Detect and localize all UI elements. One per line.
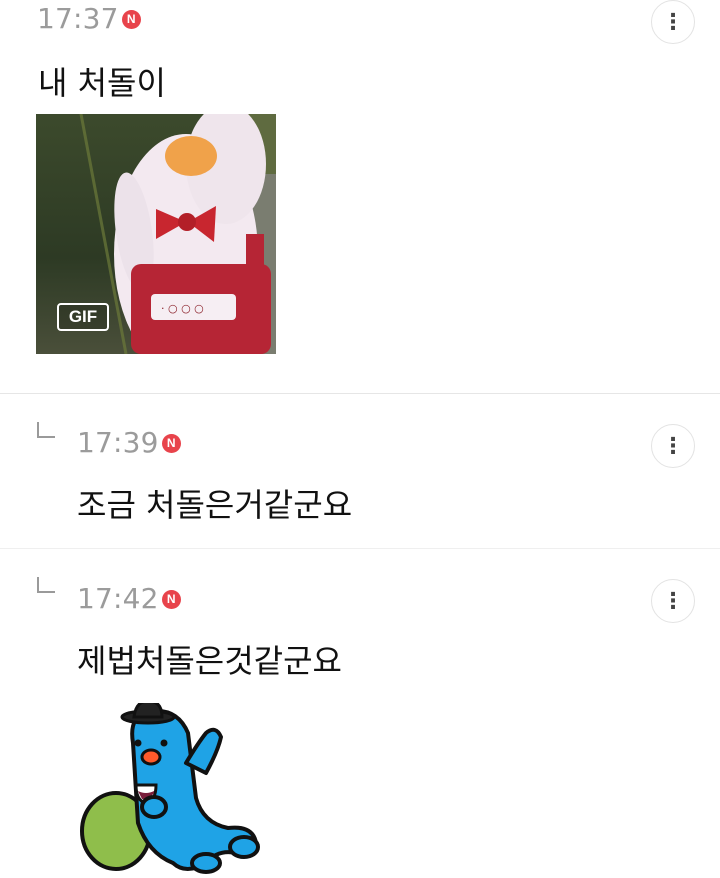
comment-text: 조금 처돌은거같군요: [77, 486, 353, 524]
more-vertical-icon: ⋮: [662, 588, 684, 614]
comment-time: 17:39: [77, 426, 159, 459]
new-badge-icon: N: [121, 9, 141, 29]
comment-text: 제법처돌은것같군요: [77, 642, 342, 680]
new-badge-icon: N: [161, 589, 181, 609]
gif-badge: GIF: [57, 303, 109, 331]
comment-meta: 17:37 N: [37, 2, 141, 35]
comment-meta: 17:42 N: [77, 582, 181, 615]
more-options-button[interactable]: ⋮: [651, 579, 695, 623]
comment-thread: 17:37 N ⋮ 내 처돌이 · ○ ○ ○ GIF 17:39 N ⋮ 조금…: [0, 0, 720, 878]
more-options-button[interactable]: ⋮: [651, 424, 695, 468]
blue-character-sticker: [80, 699, 260, 874]
comment-text: 내 처돌이: [38, 64, 166, 102]
reply-arrow-icon: [37, 422, 55, 438]
svg-text:· ○ ○ ○: · ○ ○ ○: [161, 302, 204, 315]
comment-item: 17:37 N ⋮ 내 처돌이 · ○ ○ ○ GIF: [0, 0, 720, 393]
comment-time: 17:42: [77, 582, 159, 615]
more-vertical-icon: ⋮: [662, 433, 684, 459]
more-vertical-icon: ⋮: [662, 9, 684, 35]
new-badge-icon: N: [161, 433, 181, 453]
comment-time: 17:37: [37, 2, 119, 35]
sticker-image[interactable]: [78, 699, 264, 875]
more-options-button[interactable]: ⋮: [651, 0, 695, 44]
gif-image[interactable]: · ○ ○ ○ GIF: [36, 114, 276, 354]
comment-meta: 17:39 N: [77, 426, 181, 459]
reply-arrow-icon: [37, 577, 55, 593]
comment-reply-item: 17:39 N ⋮ 조금 처돌은거같군요: [0, 394, 720, 548]
